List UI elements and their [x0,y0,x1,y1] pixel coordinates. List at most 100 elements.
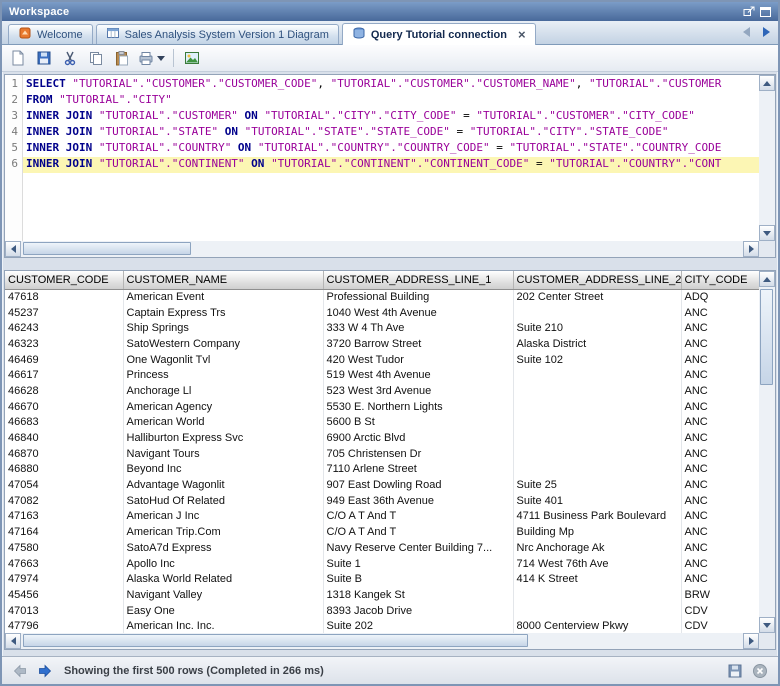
table-cell: Suite 210 [513,320,681,336]
window-float-icon[interactable] [741,5,756,19]
line-number: 4 [5,125,22,141]
table-cell: Suite 202 [323,618,513,633]
scroll-down-button[interactable] [759,617,775,633]
history-back-button[interactable] [10,661,30,681]
scroll-down-button[interactable] [759,225,775,241]
save-results-button[interactable] [725,661,745,681]
new-query-button[interactable] [6,47,30,69]
back-arrow-icon [12,663,28,679]
scrollbar-thumb[interactable] [23,242,191,255]
sql-line: INNER JOIN "TUTORIAL"."CUSTOMER" ON "TUT… [23,109,759,125]
table-cell: 420 West Tudor [323,352,513,368]
editor-horizontal-scrollbar[interactable] [5,241,759,257]
table-cell: 47082 [5,493,123,509]
scroll-up-button[interactable] [759,75,775,91]
table-cell: ANC [681,571,759,587]
table-cell: 6900 Arctic Blvd [323,430,513,446]
table-cell: 46323 [5,336,123,352]
history-forward-button[interactable] [35,661,55,681]
split-pane-divider[interactable] [4,258,776,270]
table-row[interactable]: 45456Navigant Valley1318 Kangek StBRW [5,587,759,603]
arrow-right-icon [749,245,754,253]
table-row[interactable]: 46469One Wagonlit Tvl420 West TudorSuite… [5,352,759,368]
tab-query-tutorial[interactable]: Query Tutorial connection × [342,23,536,45]
column-header[interactable]: CITY_CODE [681,271,759,289]
scroll-left-button[interactable] [5,241,21,257]
paste-button[interactable] [110,47,134,69]
table-cell: ANC [681,320,759,336]
table-row[interactable]: 46880Beyond Inc7110 Arlene StreetANC [5,462,759,478]
line-number: 1 [5,77,22,93]
table-cell: 523 West 3rd Avenue [323,383,513,399]
copy-button[interactable] [84,47,108,69]
table-row[interactable]: 46323SatoWestern Company3720 Barrow Stre… [5,336,759,352]
table-row[interactable]: 47618American EventProfessional Building… [5,289,759,305]
table-row[interactable]: 46683American World5600 B StANC [5,415,759,431]
tab-welcome[interactable]: Welcome [8,24,93,44]
table-row[interactable]: 47013Easy One8393 Jacob DriveCDV [5,603,759,619]
scrollbar-track[interactable] [759,91,775,225]
workspace-window: Workspace Welcome Sales Analysis System … [0,0,780,686]
table-cell: C/O A T And T [323,524,513,540]
table-cell: American J Inc [123,509,323,525]
window-titlebar[interactable]: Workspace [2,2,778,21]
scrollbar-track[interactable] [21,633,743,649]
print-dropdown-button[interactable] [136,47,167,69]
table-row[interactable]: 46243Ship Springs333 W 4 Th AveSuite 210… [5,320,759,336]
cut-button[interactable] [58,47,82,69]
column-header[interactable]: CUSTOMER_NAME [123,271,323,289]
scrollbar-thumb[interactable] [23,634,528,647]
tab-close-icon[interactable]: × [518,30,526,40]
table-cell: 46870 [5,446,123,462]
scroll-up-button[interactable] [759,271,775,287]
table-row[interactable]: 46870Navigant Tours705 Christensen DrANC [5,446,759,462]
editor-vertical-scrollbar[interactable] [759,75,775,241]
table-cell: SatoHud Of Related [123,493,323,509]
table-cell: ANC [681,336,759,352]
table-cell: 519 West 4th Avenue [323,367,513,383]
table-row[interactable]: 47663Apollo IncSuite 1714 West 76th AveA… [5,556,759,572]
sql-editor[interactable]: SELECT "TUTORIAL"."CUSTOMER"."CUSTOMER_C… [23,75,759,241]
tab-scroll-right-button[interactable] [758,24,775,40]
column-header[interactable]: CUSTOMER_ADDRESS_LINE_1 [323,271,513,289]
table-row[interactable]: 46670American Agency5530 E. Northern Lig… [5,399,759,415]
results-horizontal-scrollbar[interactable] [5,633,759,649]
scroll-left-button[interactable] [5,633,21,649]
results-vertical-scrollbar[interactable] [759,271,775,633]
line-number: 5 [5,141,22,157]
table-cell: ANC [681,383,759,399]
column-header[interactable]: CUSTOMER_CODE [5,271,123,289]
table-row[interactable]: 47164American Trip.ComC/O A T And TBuild… [5,524,759,540]
table-row[interactable]: 46840Halliburton Express Svc6900 Arctic … [5,430,759,446]
table-cell: American Inc. Inc. [123,618,323,633]
diagram-icon [106,26,120,43]
save-query-button[interactable] [32,47,56,69]
scrollbar-track[interactable] [759,287,775,617]
table-row[interactable]: 47974Alaska World RelatedSuite B414 K St… [5,571,759,587]
table-row[interactable]: 46617Princess519 West 4th AvenueANC [5,367,759,383]
column-header[interactable]: CUSTOMER_ADDRESS_LINE_2 [513,271,681,289]
table-row[interactable]: 45237Captain Express Trs1040 West 4th Av… [5,305,759,321]
status-message: Showing the first 500 rows (Completed in… [64,665,324,677]
table-cell: SatoA7d Express [123,540,323,556]
window-maximize-icon[interactable] [758,5,773,19]
table-row[interactable]: 47580SatoA7d ExpressNavy Reserve Center … [5,540,759,556]
tab-diagram[interactable]: Sales Analysis System Version 1 Diagram [96,24,339,44]
table-cell: 5530 E. Northern Lights [323,399,513,415]
stop-query-button[interactable] [750,661,770,681]
table-row[interactable]: 46628Anchorage Ll523 West 3rd AvenueANC [5,383,759,399]
table-cell: Beyond Inc [123,462,323,478]
table-cell: Navy Reserve Center Building 7... [323,540,513,556]
scroll-right-button[interactable] [743,633,759,649]
scrollbar-track[interactable] [21,241,743,257]
table-row[interactable]: 47082SatoHud Of Related949 East 36th Ave… [5,493,759,509]
table-row[interactable]: 47796American Inc. Inc.Suite 2028000 Cen… [5,618,759,633]
table-cell: 7110 Arlene Street [323,462,513,478]
scroll-right-button[interactable] [743,241,759,257]
scrollbar-thumb[interactable] [760,289,773,385]
tab-scroll-left-button[interactable] [738,24,755,40]
table-row[interactable]: 47054Advantage Wagonlit907 East Dowling … [5,477,759,493]
table-row[interactable]: 47163American J IncC/O A T And T4711 Bus… [5,509,759,525]
line-number: 2 [5,93,22,109]
export-image-button[interactable] [180,47,204,69]
